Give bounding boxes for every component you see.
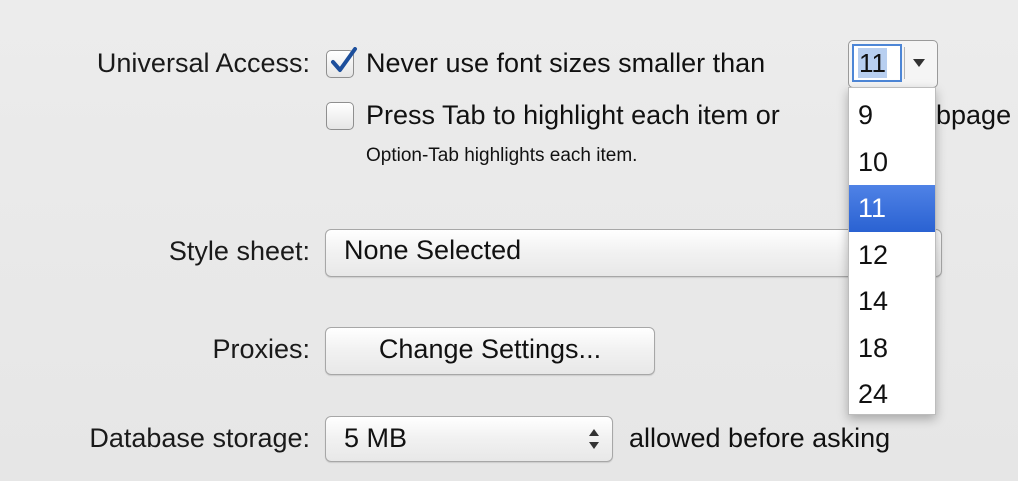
font-size-dropdown-toggle[interactable] (904, 47, 933, 79)
database-storage-popup[interactable]: 5 MB (325, 416, 613, 462)
press-tab-label[interactable]: Press Tab to highlight each item or (366, 100, 780, 131)
font-size-option-12[interactable]: 12 (849, 232, 935, 279)
up-down-arrows-icon (589, 429, 599, 449)
checkmark-icon (331, 47, 357, 72)
chevron-down-icon (913, 59, 925, 67)
universal-access-label: Universal Access: (96, 48, 310, 78)
proxies-label: Proxies: (212, 334, 310, 364)
database-storage-label: Database storage: (89, 423, 310, 453)
database-storage-suffix: allowed before asking (629, 423, 891, 453)
font-size-field[interactable]: 11 (852, 44, 902, 82)
style-sheet-value: None Selected (344, 235, 522, 265)
font-size-option-24[interactable]: 24 (849, 371, 935, 418)
change-settings-label: Change Settings... (378, 334, 602, 364)
press-tab-label-tail: bpage (936, 100, 1012, 130)
min-font-size-label[interactable]: Never use font sizes smaller than (366, 48, 765, 79)
font-size-option-9[interactable]: 9 (849, 92, 935, 139)
font-size-option-14[interactable]: 14 (849, 278, 935, 325)
database-storage-value: 5 MB (344, 423, 408, 453)
advanced-preferences-panel: Universal Access: Never use font sizes s… (0, 0, 1018, 481)
font-size-option-10[interactable]: 10 (849, 139, 935, 186)
font-size-value: 11 (858, 48, 887, 78)
style-sheet-label: Style sheet: (168, 236, 310, 266)
press-tab-checkbox[interactable] (326, 102, 354, 130)
font-size-dropdown-list: 9 10 11 12 14 18 24 (848, 87, 936, 415)
font-size-combobox[interactable]: 11 (848, 40, 938, 88)
font-size-option-18[interactable]: 18 (849, 325, 935, 372)
change-settings-button[interactable]: Change Settings... (325, 327, 655, 375)
min-font-size-checkbox[interactable] (326, 47, 357, 78)
option-tab-hint: Option-Tab highlights each item. (366, 145, 638, 166)
font-size-option-11[interactable]: 11 (849, 185, 935, 232)
